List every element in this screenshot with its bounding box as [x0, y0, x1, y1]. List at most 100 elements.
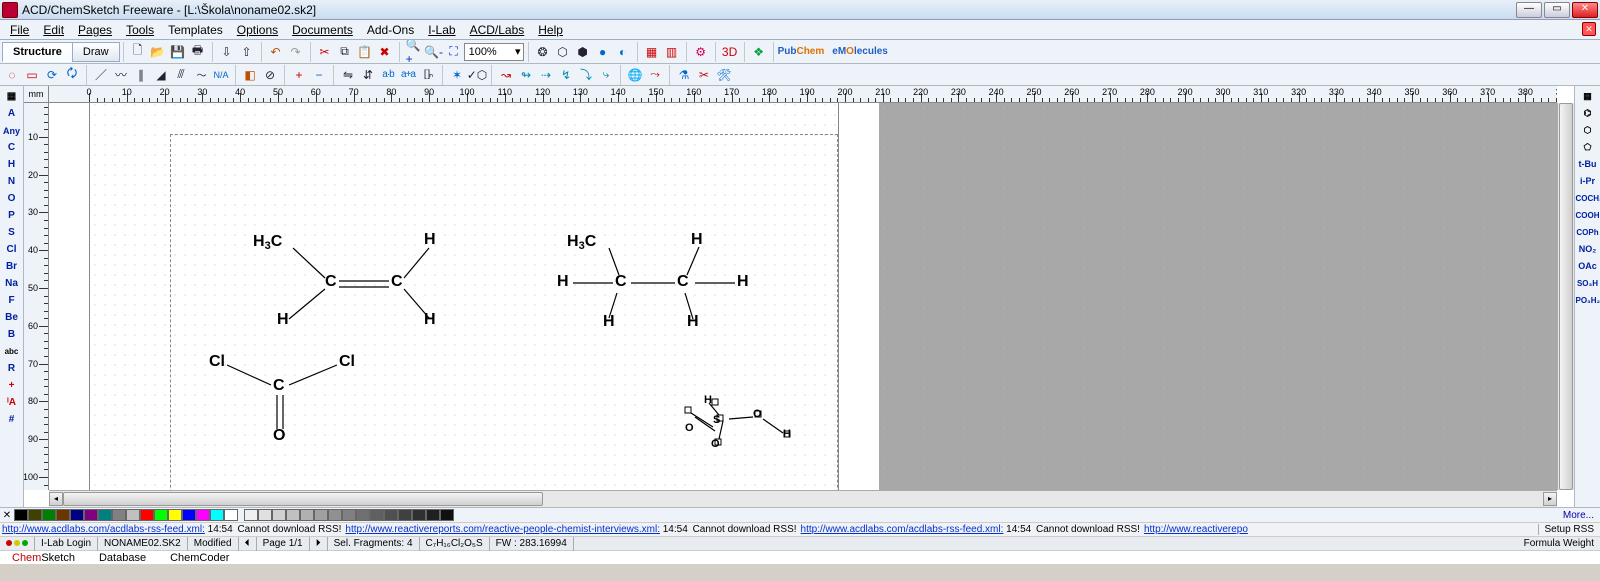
mdi-close-button[interactable]: ✕ — [1582, 22, 1596, 36]
tpl-oac[interactable]: OAc — [1576, 258, 1600, 275]
label-ab-button[interactable]: a·b — [379, 66, 397, 84]
menu-tools[interactable]: Tools — [120, 21, 160, 39]
emolecules-link[interactable]: eMOlecules — [832, 46, 888, 57]
ilab-login-button[interactable]: I-Lab Login — [35, 537, 98, 551]
menu-file[interactable]: File — [4, 21, 35, 39]
gray-swatch[interactable] — [370, 509, 384, 521]
save-button[interactable]: 💾 — [169, 43, 187, 61]
tool-molecule-3[interactable]: ⬢ — [574, 43, 592, 61]
gray-swatch[interactable] — [384, 509, 398, 521]
bond-single[interactable]: ／ — [92, 66, 110, 84]
tool-atom-2[interactable]: ◐ — [614, 43, 632, 61]
tpl-cyclopentane[interactable]: ⬠ — [1576, 139, 1600, 156]
atom-o[interactable]: O — [2, 190, 22, 206]
tool-molecule-1[interactable]: ❂ — [534, 43, 552, 61]
tpl-cyclohexane[interactable]: ⬡ — [1576, 122, 1600, 139]
gray-swatch[interactable] — [426, 509, 440, 521]
menu-documents[interactable]: Documents — [286, 21, 359, 39]
paste-button[interactable]: 📋 — [356, 43, 374, 61]
arrow-5[interactable]: ⤵ — [577, 66, 595, 84]
color-swatch[interactable] — [98, 509, 112, 521]
extra-2[interactable]: ✂ — [695, 66, 713, 84]
print-button[interactable]: 🖶 — [189, 43, 207, 61]
zoom-full-button[interactable]: ⛶ — [445, 43, 463, 61]
color-swatch[interactable] — [154, 509, 168, 521]
tool-3drotate[interactable]: 🗘 — [63, 66, 81, 84]
color-swatch[interactable] — [140, 509, 154, 521]
undo-button[interactable]: ↶ — [267, 43, 285, 61]
nav-chemsketch[interactable]: ChemSketch — [0, 552, 87, 564]
close-button[interactable]: ✕ — [1572, 2, 1598, 18]
bond-wedge[interactable]: ◢ — [152, 66, 170, 84]
scroll-right-arrow[interactable]: ▸ — [1543, 492, 1557, 506]
arrow-6[interactable]: ⤷ — [597, 66, 615, 84]
copy-button[interactable]: ⧉ — [336, 43, 354, 61]
flip-h-button[interactable]: ⇋ — [339, 66, 357, 84]
arrow-2[interactable]: ↬ — [517, 66, 535, 84]
bond-wavy[interactable]: 〜 — [192, 66, 210, 84]
bond-double[interactable]: ∥ — [132, 66, 150, 84]
color-swatch[interactable] — [196, 509, 210, 521]
scroll-thumb-h[interactable] — [63, 492, 543, 506]
charge-minus-button[interactable]: − — [310, 66, 328, 84]
gray-swatch[interactable] — [356, 509, 370, 521]
maximize-button[interactable]: ▭ — [1544, 2, 1570, 18]
bond-label-na[interactable]: N/A — [212, 66, 230, 84]
tool-select-lasso[interactable]: ◌ — [3, 66, 21, 84]
tool-panel-1[interactable]: ▦ — [643, 43, 661, 61]
tool-molecule-2[interactable]: ⬡ — [554, 43, 572, 61]
rss-link-3[interactable]: http://www.acdlabs.com/acdlabs-rss-feed.… — [801, 524, 1004, 535]
zoom-select[interactable]: 100%▾ — [464, 43, 524, 61]
color-swatch[interactable] — [126, 509, 140, 521]
pubchem-link[interactable]: PubChem — [778, 46, 825, 57]
tpl-ipr[interactable]: i-Pr — [1576, 173, 1600, 190]
atom-p[interactable]: P — [2, 207, 22, 223]
vertical-scrollbar[interactable] — [1557, 103, 1574, 490]
atom-hash[interactable]: # — [2, 411, 22, 427]
extra-3[interactable]: 🛠 — [715, 66, 733, 84]
atom-c[interactable]: C — [2, 139, 22, 155]
color-swatch[interactable] — [168, 509, 182, 521]
atom-cl[interactable]: Cl — [2, 241, 22, 257]
zoom-out-button[interactable]: 🔍- — [425, 43, 443, 61]
gray-swatch[interactable] — [314, 509, 328, 521]
menu-pages[interactable]: Pages — [72, 21, 118, 39]
tab-draw[interactable]: Draw — [72, 42, 120, 62]
gray-swatch[interactable] — [244, 509, 258, 521]
atom-r[interactable]: R — [2, 360, 22, 376]
gray-swatch[interactable] — [300, 509, 314, 521]
atom-na[interactable]: Na — [2, 275, 22, 291]
gray-swatch[interactable] — [412, 509, 426, 521]
bracket-button[interactable]: [ ]ₙ — [419, 66, 437, 84]
menu-templates[interactable]: Templates — [162, 21, 229, 39]
gray-swatch[interactable] — [440, 509, 454, 521]
atom-isotope[interactable]: ᴵA — [2, 394, 22, 410]
tpl-table[interactable]: ▦ — [1576, 88, 1600, 105]
tpl-benzene[interactable]: ⌬ — [1576, 105, 1600, 122]
page-next-button[interactable]: ⏵ — [310, 537, 328, 551]
atom-table-button[interactable]: ▦ — [2, 88, 22, 104]
tpl-coph[interactable]: COPh — [1576, 224, 1600, 241]
nav-chemcoder[interactable]: ChemCoder — [158, 552, 241, 564]
rss-link-2[interactable]: http://www.reactivereports.com/reactive-… — [345, 524, 660, 535]
atom-any[interactable]: Any — [2, 122, 22, 138]
tool-rotate[interactable]: ⟳ — [43, 66, 61, 84]
minimize-button[interactable]: — — [1516, 2, 1542, 18]
tool-atom-1[interactable]: ● — [594, 43, 612, 61]
palette-more-link[interactable]: More... — [1563, 510, 1594, 521]
gray-swatch[interactable] — [342, 509, 356, 521]
eraser-button[interactable]: ◧ — [241, 66, 259, 84]
color-swatch[interactable] — [42, 509, 56, 521]
atom-b[interactable]: B — [2, 326, 22, 342]
atom-s[interactable]: S — [2, 224, 22, 240]
menu-ilab[interactable]: I-Lab — [422, 21, 461, 39]
page-prev-button[interactable]: ⏴ — [239, 537, 257, 551]
rxn-button[interactable]: ⤳ — [646, 66, 664, 84]
clean-button[interactable]: ✶ — [448, 66, 466, 84]
palette-none[interactable]: ✕ — [0, 510, 14, 521]
tpl-coch3[interactable]: COCH₃ — [1576, 190, 1600, 207]
color-swatch[interactable] — [70, 509, 84, 521]
zoom-in-button[interactable]: 🔍+ — [405, 43, 423, 61]
atom-br[interactable]: Br — [2, 258, 22, 274]
color-swatch[interactable] — [84, 509, 98, 521]
